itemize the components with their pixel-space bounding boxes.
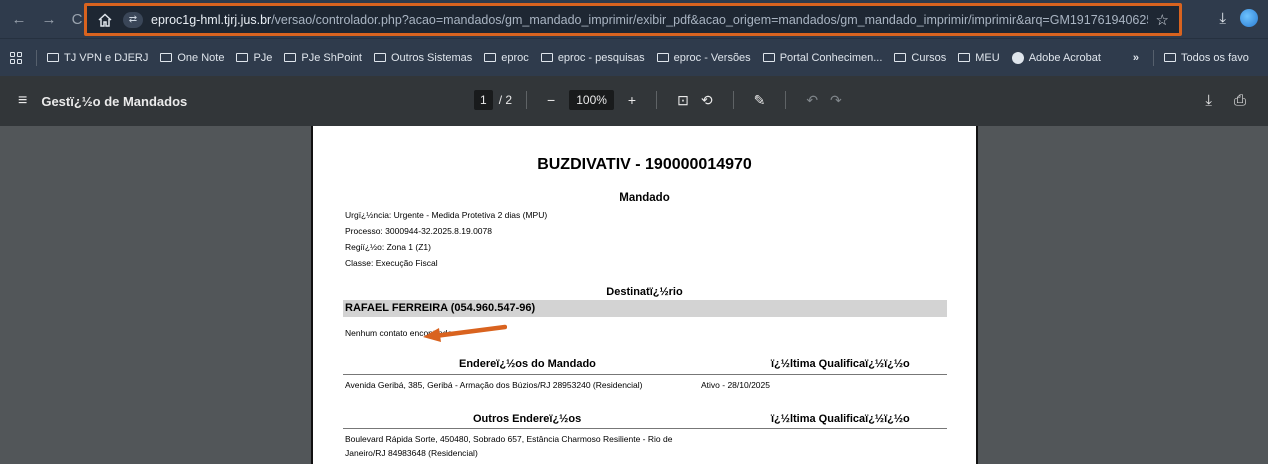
bookmark-all-bookmarks[interactable]: Todos os favo (1164, 52, 1249, 64)
folder-icon (484, 53, 497, 62)
forward-icon[interactable]: → (38, 11, 60, 28)
bookmarks-divider (1153, 49, 1154, 66)
pdf-document-title: Gestï¿½o de Mandados (41, 93, 188, 109)
download-icon[interactable]: ⤓ (1219, 10, 1226, 27)
bookmark-label: MEU (975, 51, 1000, 64)
other-address-line-1: Boulevard Rápida Sorte, 450480, Sobrado … (345, 434, 673, 444)
document-title: BUZDIVATIV - 190000014970 (537, 156, 752, 173)
bookmark-item[interactable]: PJe ShPoint (284, 52, 362, 64)
bookmark-label: eproc (501, 51, 529, 64)
zoom-in-icon[interactable]: + (628, 92, 636, 108)
info-class: Classe: Execução Fiscal (345, 258, 438, 268)
home-icon[interactable] (97, 12, 113, 28)
bookmark-item[interactable]: Adobe Acrobat (1011, 51, 1101, 64)
folder-icon (236, 53, 249, 62)
bookmarks-bar: TJ VPN e DJERJ One Note PJe PJe ShPoint Outr… (0, 38, 1268, 76)
bookmark-item[interactable]: Outros Sistemas (373, 51, 473, 64)
annotate-pen-icon[interactable]: ✎ (754, 92, 766, 109)
bookmark-item[interactable]: eproc - Versões (656, 51, 751, 64)
zoom-out-icon[interactable]: − (547, 92, 555, 108)
undo-icon[interactable]: ↶ (806, 92, 818, 109)
toolbar-divider (732, 91, 734, 109)
bookmark-item[interactable]: Cursos (894, 52, 946, 64)
back-icon[interactable]: ← (8, 11, 30, 28)
pdf-viewer[interactable]: BUZDIVATIV - 190000014970 Mandado Urgï¿½… (0, 126, 1268, 464)
address-bar[interactable]: ⇄ eproc1g-hml.tjrj.jus.br/versao/control… (84, 3, 1182, 36)
print-icon[interactable]: ⎙ (1234, 92, 1246, 109)
site-info-icon[interactable]: ⇄ (123, 11, 143, 28)
redo-icon[interactable]: ↷ (830, 92, 842, 109)
folder-icon (958, 53, 971, 62)
bookmark-label: eproc - pesquisas (557, 51, 645, 64)
bookmark-label: Portal Conhecimen... (779, 51, 883, 64)
profile-avatar[interactable] (1240, 9, 1258, 27)
menu-icon[interactable]: ≡ (18, 92, 27, 110)
folder-icon (373, 53, 386, 62)
info-region: Regiï¿½o: Zona 1 (Z1) (345, 242, 431, 252)
bookmark-label: PJe ShPoint (301, 51, 362, 64)
folder-icon (284, 53, 297, 62)
bookmark-label: Outros Sistemas (390, 51, 473, 64)
other-addresses-heading: Outros Endereï¿½os (473, 413, 582, 425)
address-1: Avenida Geribá, 385, Geribá - Armação do… (345, 380, 643, 390)
recipient-name: RAFAEL FERREIRA (054.960.547-96) (343, 300, 947, 317)
url-text[interactable]: eproc1g-hml.tjrj.jus.br/versao/controlad… (151, 13, 1148, 27)
toolbar-divider (785, 91, 787, 109)
bookmarks-divider (36, 49, 37, 66)
bookmark-label: PJe (253, 51, 273, 64)
browser-toolbar: ← → C ⇄ eproc1g-hml.tjrj.jus.br/versao/c… (0, 0, 1268, 38)
document-subtitle: Mandado (619, 192, 670, 204)
bookmark-item[interactable]: TJ VPN e DJERJ (47, 52, 148, 64)
bookmark-item[interactable]: eproc (484, 52, 529, 64)
toolbar-divider (656, 91, 658, 109)
info-urgency: Urgï¿½ncia: Urgente - Medida Protetiva 2… (345, 210, 548, 220)
bookmarks-overflow-icon[interactable]: » (1133, 52, 1139, 64)
bookmark-label: One Note (177, 51, 225, 64)
qualification-heading: ï¿½ltima Qualificaï¿½ï¿½o (771, 358, 910, 370)
annotation-arrow (423, 324, 507, 342)
section-divider (343, 374, 947, 375)
globe-icon (1011, 51, 1024, 64)
other-address-line-2: Janeiro/RJ 84983648 (Residencial) (345, 448, 478, 458)
bookmark-label: Todos os favo (1181, 51, 1249, 64)
toolbar-divider (526, 91, 528, 109)
pdf-page: BUZDIVATIV - 190000014970 Mandado Urgï¿½… (311, 126, 978, 464)
rotate-icon[interactable]: ⟲ (701, 92, 713, 109)
folder-icon (1164, 53, 1176, 62)
bookmark-item[interactable]: One Note (160, 52, 224, 64)
download-pdf-icon[interactable]: ⤓ (1205, 92, 1212, 109)
qualification-heading-2: ï¿½ltima Qualificaï¿½ï¿½o (771, 413, 910, 425)
folder-icon (656, 53, 669, 62)
folder-icon (894, 53, 907, 62)
bookmark-label: Adobe Acrobat (1028, 51, 1101, 64)
folder-icon (540, 53, 553, 62)
recipient-heading: Destinatï¿½rio (606, 286, 683, 298)
bookmark-label: Cursos (911, 51, 947, 64)
pdf-toolbar: ≡ Gestï¿½o de Mandados 1 / 2 − 100% + ⊡ … (0, 76, 1268, 126)
info-process: Processo: 3000944-32.2025.8.19.0078 (345, 226, 492, 236)
zoom-level-input[interactable]: 100% (569, 90, 614, 110)
bookmark-label: TJ VPN e DJERJ (64, 51, 149, 64)
addresses-heading: Endereï¿½os do Mandado (459, 358, 596, 370)
bookmark-star-icon[interactable]: ☆ (1156, 11, 1169, 29)
fit-page-icon[interactable]: ⊡ (677, 92, 689, 109)
apps-grid-icon[interactable] (10, 51, 22, 64)
folder-icon (160, 53, 173, 62)
folder-icon (47, 53, 59, 62)
page-total: / 2 (498, 93, 513, 107)
address-1-status: Ativo - 28/10/2025 (701, 380, 770, 390)
bookmark-label: eproc - Versões (673, 51, 751, 64)
bookmark-item[interactable]: Portal Conhecimen... (762, 51, 883, 64)
folder-icon (762, 53, 775, 62)
section-divider (343, 428, 947, 429)
bookmark-item[interactable]: MEU (958, 51, 1000, 64)
page-number-input[interactable]: 1 (474, 90, 493, 110)
bookmark-item[interactable]: eproc - pesquisas (540, 51, 645, 64)
bookmark-item[interactable]: PJe (236, 52, 272, 64)
